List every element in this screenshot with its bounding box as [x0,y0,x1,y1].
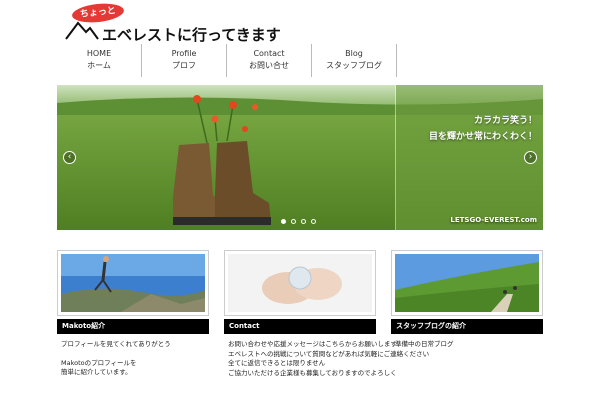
chevron-left-icon[interactable]: ‹ [63,151,76,164]
nav-label-en: HOME [86,49,112,58]
card-title[interactable]: Makoto紹介 [57,319,209,334]
nav-item-contact[interactable]: Contact お問い合せ [227,44,312,77]
nav-label-en: Contact [253,49,285,58]
main-nav: HOME ホーム Profile プロフ Contact お問い合せ Blog … [57,44,397,77]
card-body: プロフィールを見てくれてありがとう Makotoのプロフィールを 簡単に紹介して… [57,340,209,378]
hill-road-image [395,254,539,312]
card-image[interactable] [57,250,209,316]
card-image[interactable] [391,250,543,316]
nav-item-blog[interactable]: Blog スタッフブログ [312,44,397,77]
card-title[interactable]: スタッフブログの紹介 [391,319,543,334]
nav-label-en: Profile [171,49,197,58]
hero-image [57,85,543,230]
card-profile: Makoto紹介 プロフィールを見てくれてありがとう Makotoのプロフィール… [57,250,209,378]
card-text: ご協力いただける企業様も募集しておりますのでよろしく [228,368,397,377]
card-body: お問い合わせや応援メッセージはこちらからお願いします エベレストへの挑戦について… [224,340,430,378]
chevron-right-icon[interactable]: › [524,151,537,164]
card-body: 準備中の日常ブログ [391,340,543,350]
nav-label-jp: ホーム [87,61,111,70]
slider-dot[interactable] [291,219,296,224]
card-text: 準備中の日常ブログ [395,340,454,348]
card-text: プロフィールを見てくれてありがとう [61,340,171,348]
hero-divider [395,85,396,230]
card-contact: Contact お問い合わせや応援メッセージはこちらからお願いします エベレスト… [224,250,430,378]
nav-label-en: Blog [345,49,363,58]
card-text: Makotoのプロフィールを [61,358,137,367]
nav-label-jp: プロフ [172,61,196,70]
hero-slider: カラカラ笑う！ 目を輝かせ常にわくわく！ LETSGO-EVEREST.com … [57,85,543,230]
nav-item-home[interactable]: HOME ホーム [57,44,142,77]
site-logo[interactable]: ちょっと エベレストに行ってきます [62,1,282,44]
card-text: お問い合わせや応援メッセージはこちらからお願いします [228,340,397,348]
hero-line-2: 目を輝かせ常にわくわく！ [428,132,537,142]
nav-item-profile[interactable]: Profile プロフ [142,44,227,77]
hero-url: LETSGO-EVEREST.com [450,216,537,224]
site-title: エベレストに行ってきます [102,26,281,44]
card-blog: スタッフブログの紹介 準備中の日常ブログ [391,250,543,350]
hero-caption: カラカラ笑う！ 目を輝かせ常にわくわく！ [429,113,537,145]
runner-image [61,254,205,312]
hands-globe-image [228,254,372,312]
nav-label-jp: お問い合せ [249,61,289,70]
mountain-icon [65,21,99,40]
card-text: 全てに返信できるとは限りません [228,359,326,367]
card-text: 簡単に紹介しています。 [61,368,132,376]
card-image[interactable] [224,250,376,316]
slider-dot[interactable] [311,219,316,224]
card-text: エベレストへの挑戦について質問などがあれば気軽にご連絡ください [228,349,430,358]
nav-label-jp: スタッフブログ [326,61,382,70]
hero-line-1: カラカラ笑う！ [473,116,537,126]
card-title[interactable]: Contact [224,319,376,334]
slider-dots [281,219,316,224]
slider-dot[interactable] [281,219,286,224]
slider-dot[interactable] [301,219,306,224]
